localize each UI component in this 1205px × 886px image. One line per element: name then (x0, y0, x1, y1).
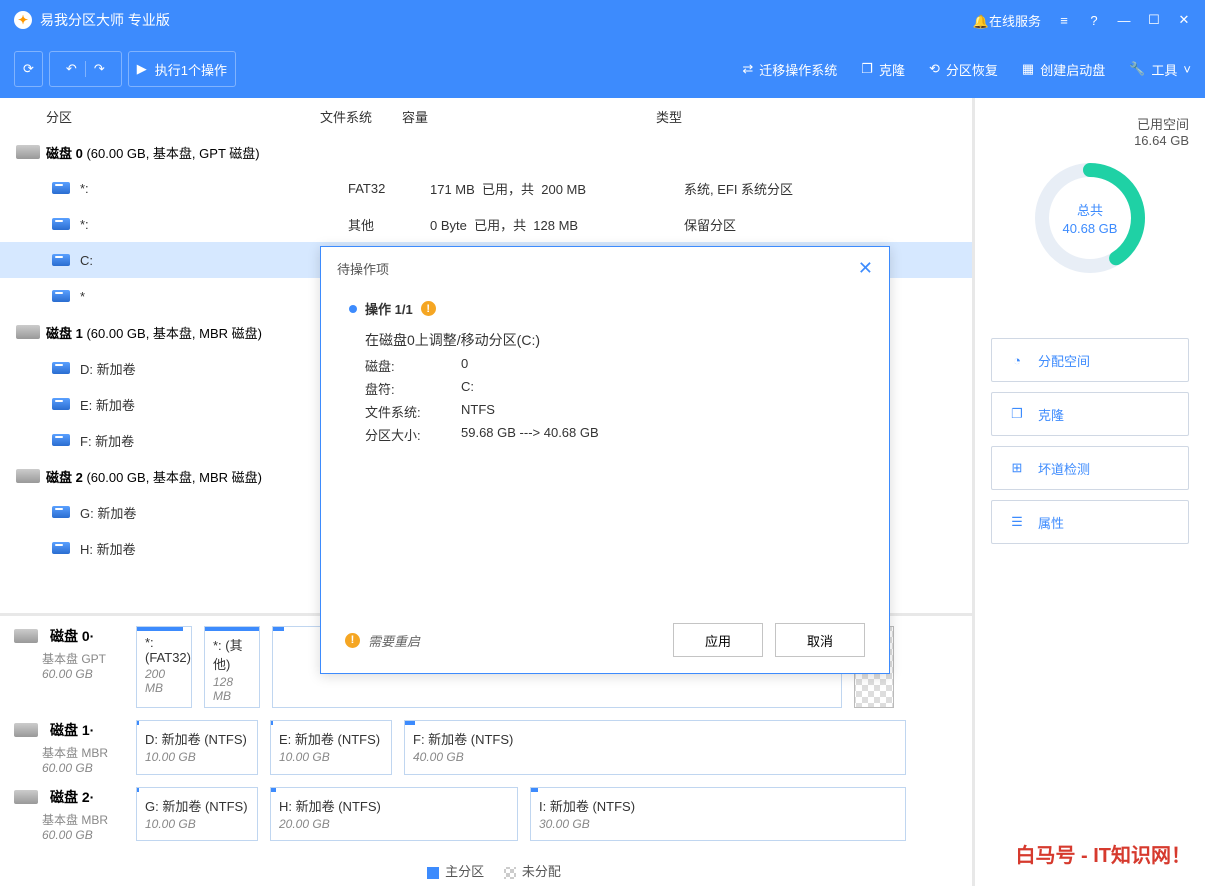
cancel-button[interactable]: 取消 (775, 623, 865, 657)
warning-icon: ! (421, 301, 436, 316)
partition-icon (52, 506, 70, 518)
partition-icon (52, 182, 70, 194)
disk-icon (16, 145, 40, 159)
operation-detail-row: 分区大小:59.68 GB ---> 40.68 GB (365, 425, 861, 444)
refresh-button[interactable]: ⟳ (14, 51, 43, 87)
clone-button[interactable]: ❐克隆 (861, 60, 905, 79)
partition-icon (52, 434, 70, 446)
disk-row[interactable]: 磁盘 0 (60.00 GB, 基本盘, GPT 磁盘) (0, 134, 972, 170)
maximize-icon[interactable]: ☐ (1147, 12, 1161, 28)
undo-button[interactable]: ↶ (58, 61, 86, 77)
disk-map-row: 磁盘 2·基本盘 MBR60.00 GBG: 新加卷 (NTFS)10.00 G… (14, 787, 958, 841)
partition-block[interactable]: *: (其他)128 MB (204, 626, 260, 708)
partition-block[interactable]: H: 新加卷 (NTFS)20.00 GB (270, 787, 518, 841)
action-icon: ❐ (1008, 405, 1026, 423)
partition-block[interactable]: F: 新加卷 (NTFS)40.00 GB (404, 720, 906, 775)
clone-icon: ❐ (861, 61, 873, 77)
disk-icon (14, 629, 38, 643)
action-icon: ⊞ (1008, 459, 1026, 477)
legend: 主分区 未分配 (0, 855, 972, 886)
execute-button[interactable]: ▶ 执行1个操作 (128, 51, 236, 87)
disk-map-label[interactable]: 磁盘 0·基本盘 GPT60.00 GB (14, 626, 124, 708)
partition-block[interactable]: *: (FAT32)200 MB (136, 626, 192, 708)
chevron-down-icon: ˅ (1183, 62, 1191, 77)
close-icon[interactable]: ✕ (1177, 12, 1191, 28)
right-pane: 已用空间 16.64 GB 总共 40.68 GB ◔分配空间 ❐克隆 ⊞坏道检测 ☰… (975, 98, 1205, 886)
apply-button[interactable]: 应用 (673, 623, 763, 657)
migrate-icon: ⇄ (742, 61, 753, 77)
side-action-坏道检测[interactable]: ⊞坏道检测 (991, 446, 1189, 490)
migrate-os-button[interactable]: ⇄迁移操作系统 (742, 60, 837, 79)
used-space-value: 16.64 GB (991, 133, 1189, 148)
partition-icon (52, 362, 70, 374)
app-icon: ✦ (14, 11, 32, 29)
tools-button[interactable]: 🔧工具 ˅ (1129, 60, 1191, 79)
menu-icon[interactable]: ≡ (1057, 13, 1071, 28)
partition-icon (52, 542, 70, 554)
side-action-克隆[interactable]: ❐克隆 (991, 392, 1189, 436)
disk-map-row: 磁盘 1·基本盘 MBR60.00 GBD: 新加卷 (NTFS)10.00 G… (14, 720, 958, 775)
partition-block[interactable]: E: 新加卷 (NTFS)10.00 GB (270, 720, 392, 775)
play-icon: ▶ (137, 61, 147, 77)
side-action-分配空间[interactable]: ◔分配空间 (991, 338, 1189, 382)
partition-icon (52, 290, 70, 302)
disk-map-label[interactable]: 磁盘 1·基本盘 MBR60.00 GB (14, 720, 124, 775)
online-service-link[interactable]: 🔔在线服务 (973, 11, 1041, 30)
partition-icon (52, 398, 70, 410)
recover-icon: ⟲ (929, 61, 940, 77)
operation-detail-row: 盘符:C: (365, 379, 861, 398)
undo-redo-group: ↶ ↷ (49, 51, 122, 87)
operation-description: 在磁盘0上调整/移动分区(C:) (365, 330, 861, 350)
warning-icon: ! (345, 633, 360, 648)
disk-icon (14, 790, 38, 804)
redo-button[interactable]: ↷ (86, 61, 113, 77)
create-boot-disk-button[interactable]: ▦创建启动盘 (1022, 60, 1105, 79)
partition-row[interactable]: *: FAT32 171 MB 已用，共 200 MB 系统, EFI 系统分区 (0, 170, 972, 206)
partition-recover-button[interactable]: ⟲分区恢复 (929, 60, 998, 79)
minimize-icon[interactable]: — (1117, 13, 1131, 28)
action-icon: ☰ (1008, 513, 1026, 531)
used-space-title: 已用空间 (991, 114, 1189, 133)
watermark: 白马号 - IT知识网！ (1015, 839, 1191, 868)
operation-header: 操作 1/1 ! (349, 299, 861, 318)
partition-block[interactable]: I: 新加卷 (NTFS)30.00 GB (530, 787, 906, 841)
operation-detail-row: 文件系统:NTFS (365, 402, 861, 421)
dialog-close-button[interactable]: ✕ (858, 258, 873, 279)
titlebar: ✦ 易我分区大师 专业版 🔔在线服务 ≡ ? — ☐ ✕ (0, 0, 1205, 40)
partition-icon (52, 254, 70, 266)
help-icon[interactable]: ? (1087, 13, 1101, 28)
bootdisk-icon: ▦ (1022, 61, 1034, 77)
usage-donut: 总共 40.68 GB (1030, 158, 1150, 278)
disk-icon (16, 469, 40, 483)
disk-icon (16, 325, 40, 339)
partition-row[interactable]: *: 其他 0 Byte 已用，共 128 MB 保留分区 (0, 206, 972, 242)
toolbar: ⟳ ↶ ↷ ▶ 执行1个操作 ⇄迁移操作系统 ❐克隆 ⟲分区恢复 ▦创建启动盘 … (0, 40, 1205, 98)
tools-icon: 🔧 (1129, 61, 1145, 77)
bullet-icon (349, 305, 357, 313)
disk-icon (14, 723, 38, 737)
partition-block[interactable]: G: 新加卷 (NTFS)10.00 GB (136, 787, 258, 841)
side-action-属性[interactable]: ☰属性 (991, 500, 1189, 544)
pending-operations-dialog: 待操作项 ✕ 操作 1/1 ! 在磁盘0上调整/移动分区(C:) 磁盘:0 盘符:… (320, 246, 890, 674)
disk-map-label[interactable]: 磁盘 2·基本盘 MBR60.00 GB (14, 787, 124, 841)
partition-icon (52, 218, 70, 230)
dialog-titlebar: 待操作项 ✕ (321, 247, 889, 289)
action-icon: ◔ (1008, 351, 1026, 369)
partition-block[interactable]: D: 新加卷 (NTFS)10.00 GB (136, 720, 258, 775)
reboot-required-label: 需要重启 (368, 631, 420, 650)
app-title: 易我分区大师 专业版 (40, 10, 973, 30)
table-header: 分区 文件系统 容量 类型 (0, 98, 972, 134)
operation-detail-row: 磁盘:0 (365, 356, 861, 375)
